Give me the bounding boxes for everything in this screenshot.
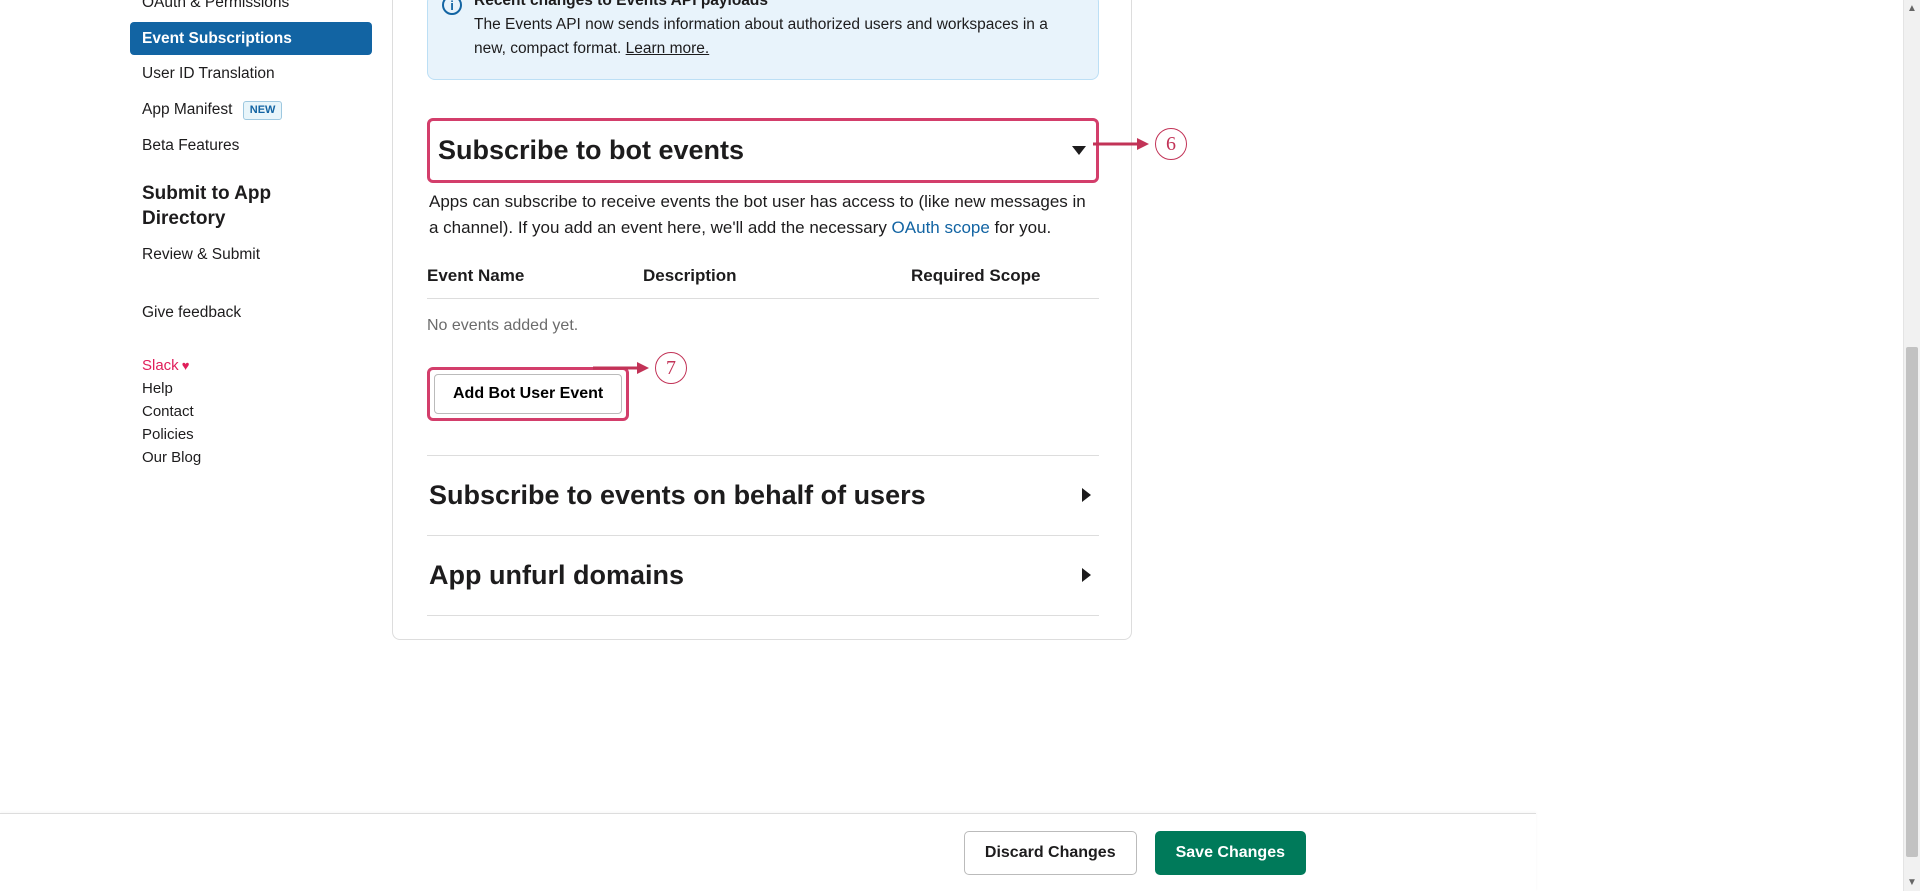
section-toggle-bot-events[interactable]: Subscribe to bot events <box>427 118 1099 183</box>
sidebar-item-review-submit[interactable]: Review & Submit <box>112 238 372 270</box>
scrollbar-thumb[interactable] <box>1906 347 1918 857</box>
action-bar: Discard Changes Save Changes <box>0 813 1536 891</box>
sidebar-item-label: User ID Translation <box>142 65 275 82</box>
sidebar-item-app-manifest[interactable]: App Manifest NEW <box>130 93 372 127</box>
chevron-down-icon <box>1072 146 1086 155</box>
banner-body: The Events API now sends information abo… <box>474 16 1048 57</box>
sidebar-footer: Slack♥ Help Contact Policies Our Blog <box>112 354 372 469</box>
sidebar-item-oauth[interactable]: OAuth & Permissions <box>130 0 372 20</box>
scroll-up-button[interactable]: ▲ <box>1904 0 1920 17</box>
heart-icon: ♥ <box>182 358 190 373</box>
sidebar-item-label: OAuth & Permissions <box>142 0 289 11</box>
footer-link-policies[interactable]: Policies <box>112 423 372 446</box>
scroll-down-button[interactable]: ▼ <box>1904 874 1920 891</box>
oauth-scope-link[interactable]: OAuth scope <box>892 218 990 237</box>
sidebar-item-label: Beta Features <box>142 137 239 154</box>
discard-changes-button[interactable]: Discard Changes <box>964 831 1137 875</box>
info-icon: i <box>442 0 462 15</box>
col-event-name: Event Name <box>427 266 643 286</box>
bot-events-table: Event Name Description Required Scope No… <box>427 266 1099 335</box>
footer-link-help[interactable]: Help <box>112 377 372 400</box>
section-toggle-user-events[interactable]: Subscribe to events on behalf of users <box>427 456 1099 536</box>
arrow-icon <box>593 358 649 378</box>
desc-text: for you. <box>990 218 1051 237</box>
save-changes-button[interactable]: Save Changes <box>1155 831 1306 875</box>
new-badge: NEW <box>243 101 283 120</box>
section-toggle-app-unfurl[interactable]: App unfurl domains <box>427 536 1099 616</box>
annotation-number: 7 <box>655 352 687 384</box>
footer-link-label: Slack <box>142 357 179 374</box>
vertical-scrollbar[interactable]: ▲ ▼ <box>1903 0 1920 891</box>
sidebar-heading-submit: Submit to App Directory <box>112 164 372 237</box>
col-required-scope: Required Scope <box>911 266 1099 286</box>
main-content: i Recent changes to Events API payloads … <box>392 0 1132 640</box>
sidebar: OAuth & Permissions Event Subscriptions … <box>112 0 372 640</box>
scrollbar-track[interactable] <box>1904 17 1920 874</box>
section-title: App unfurl domains <box>429 560 684 591</box>
footer-link-contact[interactable]: Contact <box>112 400 372 423</box>
chevron-right-icon <box>1082 488 1091 502</box>
chevron-right-icon <box>1082 568 1091 582</box>
sidebar-item-beta-features[interactable]: Beta Features <box>130 129 372 163</box>
section-title: Subscribe to events on behalf of users <box>429 480 926 511</box>
bot-events-description: Apps can subscribe to receive events the… <box>427 183 1099 242</box>
section-title: Subscribe to bot events <box>438 135 744 166</box>
sidebar-item-label: App Manifest <box>142 101 232 118</box>
sidebar-item-give-feedback[interactable]: Give feedback <box>112 296 372 328</box>
footer-link-blog[interactable]: Our Blog <box>112 446 372 469</box>
sidebar-item-user-id-translation[interactable]: User ID Translation <box>130 57 372 91</box>
sidebar-item-label: Event Subscriptions <box>142 30 292 47</box>
sidebar-item-event-subscriptions[interactable]: Event Subscriptions <box>130 22 372 56</box>
annotation-callout-7: 7 <box>593 352 687 384</box>
info-banner: i Recent changes to Events API payloads … <box>427 0 1099 80</box>
arrow-icon <box>1093 134 1149 154</box>
table-header: Event Name Description Required Scope <box>427 266 1099 299</box>
table-empty-state: No events added yet. <box>427 299 1099 335</box>
banner-title: Recent changes to Events API payloads <box>474 0 1080 13</box>
col-description: Description <box>643 266 911 286</box>
banner-learn-more-link[interactable]: Learn more. <box>626 40 710 57</box>
annotation-number: 6 <box>1155 128 1187 160</box>
footer-link-slack[interactable]: Slack♥ <box>112 354 372 377</box>
annotation-callout-6: 6 <box>1093 128 1187 160</box>
